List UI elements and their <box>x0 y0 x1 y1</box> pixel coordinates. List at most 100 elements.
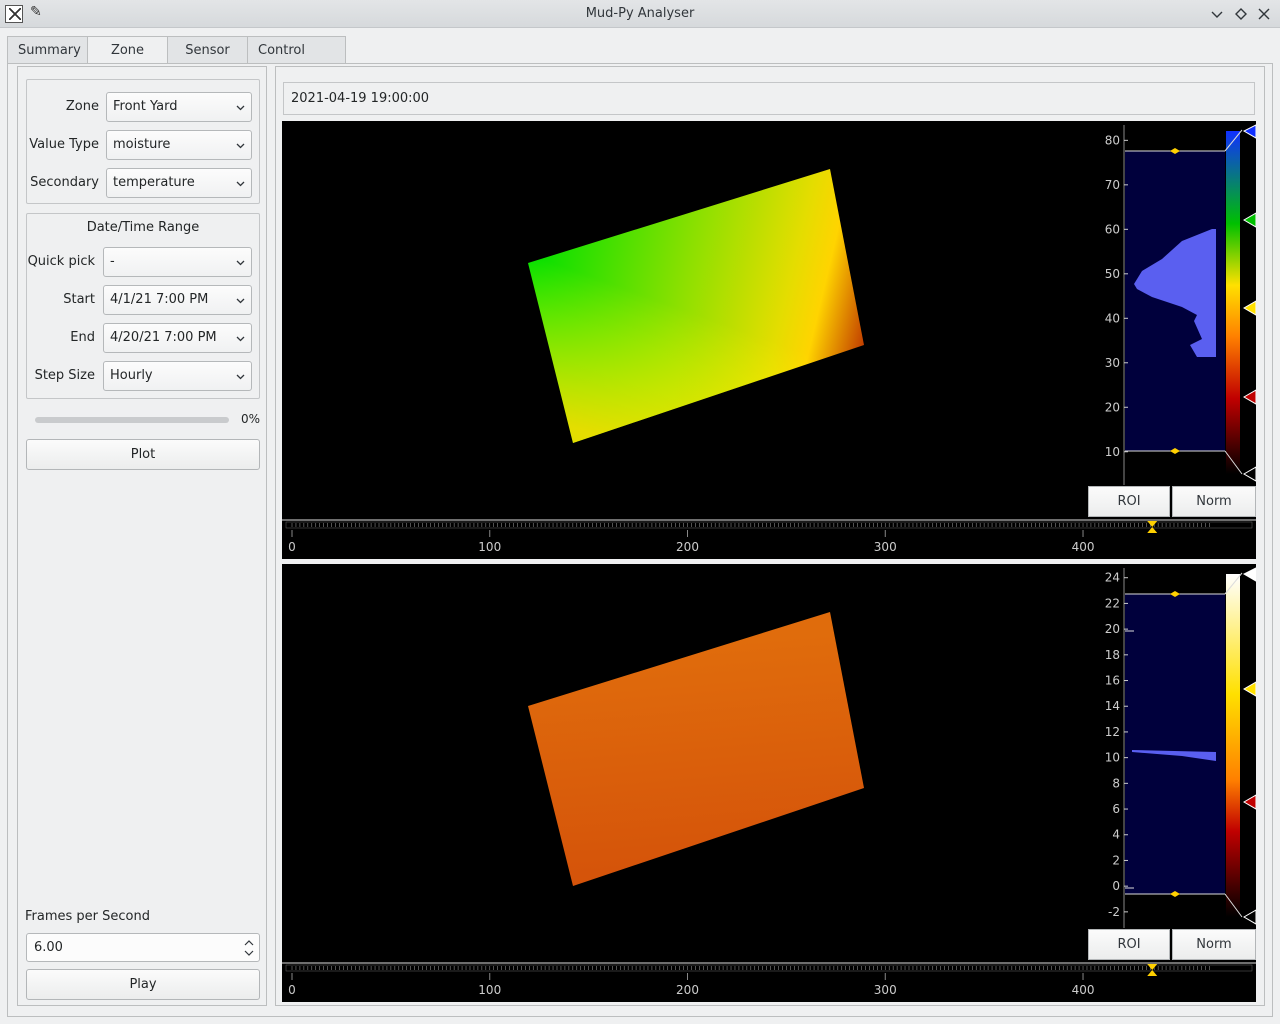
time-tick-label: 100 <box>478 983 501 997</box>
level-tick-label: 20 <box>1105 400 1120 414</box>
level-tick-label: -2 <box>1108 905 1120 919</box>
end-value: 4/20/21 7:00 PM <box>110 330 217 345</box>
norm-button[interactable]: Norm <box>1172 486 1256 517</box>
title-bar: ✎ Mud-Py Analyser <box>0 0 1280 28</box>
timestamp-display: 2021-04-19 19:00:00 <box>283 82 1255 115</box>
time-tick-label: 0 <box>288 983 296 997</box>
progress-bar <box>35 417 229 423</box>
value-type-combo[interactable]: moisture <box>106 130 252 160</box>
level-tick-label: 4 <box>1112 828 1120 842</box>
chevron-down-icon <box>236 260 245 266</box>
play-button[interactable]: Play <box>26 969 260 1000</box>
tab-control-node[interactable]: Control Node <box>247 36 346 85</box>
date-range-group: Date/Time Range Quick pick - Start 4/1/2… <box>26 213 260 399</box>
time-tick-label: 300 <box>874 983 897 997</box>
step-size-value: Hourly <box>110 368 153 383</box>
chevron-down-icon <box>236 105 245 111</box>
secondary-label: Secondary <box>30 175 99 190</box>
level-tick-label: 10 <box>1105 751 1120 765</box>
chevron-down-icon <box>236 336 245 342</box>
tab-bar: Summary Zone Sensor Control Node <box>7 36 346 85</box>
gradient-handle[interactable] <box>1243 466 1256 482</box>
fps-value: 6.00 <box>34 940 63 955</box>
zone-combo[interactable]: Front Yard <box>106 92 252 122</box>
control-panel: Zone Front Yard Value Type moisture Seco… <box>17 66 267 1006</box>
zone-temperature-map <box>528 612 864 886</box>
secondary-combo[interactable]: temperature <box>106 168 252 198</box>
level-tick-label: 10 <box>1105 445 1120 459</box>
quick-pick-combo[interactable]: - <box>103 247 252 277</box>
roi-button[interactable]: ROI <box>1088 929 1170 960</box>
start-value: 4/1/21 7:00 PM <box>110 292 209 307</box>
gradient-handle[interactable] <box>1242 124 1256 139</box>
time-tick-label: 0 <box>288 540 296 554</box>
minimize-icon[interactable] <box>1208 5 1226 23</box>
level-tick-label: 16 <box>1105 674 1120 688</box>
level-tick-label: 24 <box>1105 571 1120 585</box>
level-tick-label: 8 <box>1112 776 1120 790</box>
date-range-title: Date/Time Range <box>86 220 200 235</box>
level-tick-label: 6 <box>1112 802 1120 816</box>
value-type-value: moisture <box>113 137 171 152</box>
start-label: Start <box>63 292 95 307</box>
time-tick-label: 300 <box>874 540 897 554</box>
step-size-label: Step Size <box>34 368 95 383</box>
start-datetime-edit[interactable]: 4/1/21 7:00 PM <box>103 285 252 315</box>
roi-button[interactable]: ROI <box>1088 486 1170 517</box>
step-size-combo[interactable]: Hourly <box>103 361 252 391</box>
primary-image-view[interactable]: 80 70 60 50 40 30 20 10 0 100 200 300 400 ROI Norm <box>282 121 1256 559</box>
gradient-handle[interactable] <box>1242 567 1256 582</box>
zone-tab-pane: Zone Front Yard Value Type moisture Seco… <box>7 63 1273 1017</box>
time-tick-label: 400 <box>1072 540 1095 554</box>
level-tick-label: 50 <box>1105 267 1120 281</box>
histogram-panel: 242220181614121086420-2 <box>1105 567 1256 928</box>
gradient-handle[interactable] <box>1243 681 1256 697</box>
level-tick-label: 60 <box>1105 222 1120 236</box>
quick-pick-label: Quick pick <box>27 254 95 269</box>
tab-summary[interactable]: Summary <box>7 36 87 64</box>
time-tick-label: 100 <box>478 540 501 554</box>
time-tick-label: 400 <box>1072 983 1095 997</box>
value-type-label: Value Type <box>29 137 99 152</box>
gradient-handle[interactable] <box>1243 300 1256 316</box>
gradient-handle[interactable] <box>1243 794 1256 810</box>
chevron-down-icon <box>236 143 245 149</box>
end-label: End <box>70 330 95 345</box>
norm-button[interactable]: Norm <box>1172 929 1256 960</box>
close-icon[interactable] <box>1255 5 1273 23</box>
time-cursor[interactable] <box>1147 964 1158 976</box>
gradient-handle[interactable] <box>1243 909 1256 925</box>
time-slider[interactable]: 0 100 200 300 400 <box>282 962 1256 997</box>
maximize-icon[interactable] <box>1232 5 1250 23</box>
fps-label: Frames per Second <box>25 909 150 924</box>
time-tick-label: 200 <box>676 983 699 997</box>
chevron-down-icon <box>236 374 245 380</box>
level-tick-label: 12 <box>1105 725 1120 739</box>
end-datetime-edit[interactable]: 4/20/21 7:00 PM <box>103 323 252 353</box>
time-cursor[interactable] <box>1147 521 1158 533</box>
fps-spinbox[interactable]: 6.00 <box>26 933 260 962</box>
gradient-handle[interactable] <box>1243 212 1256 228</box>
tab-zone[interactable]: Zone <box>87 36 167 64</box>
viewer-panel: 2021-04-19 19:00:00 80 70 60 50 40 30 20… <box>275 66 1265 1006</box>
quick-pick-value: - <box>110 254 115 269</box>
level-tick-label: 30 <box>1105 356 1120 370</box>
level-tick-label: 2 <box>1112 853 1120 867</box>
chevron-down-icon <box>236 181 245 187</box>
level-tick-label: 70 <box>1105 178 1120 192</box>
secondary-value: temperature <box>113 175 195 190</box>
tab-sensor[interactable]: Sensor <box>167 36 247 64</box>
spin-arrows-icon[interactable] <box>244 937 254 959</box>
level-tick-label: 20 <box>1105 622 1120 636</box>
zone-label: Zone <box>65 99 99 114</box>
time-tick-label: 200 <box>676 540 699 554</box>
secondary-image-view[interactable]: 24 22 20 18 16 14 12 10 8 6 4 2 0 -2 0 100 200 300 400 RO… <box>282 564 1256 1002</box>
time-slider[interactable]: 0 100 200 300 400 <box>282 519 1256 554</box>
selection-group: Zone Front Yard Value Type moisture Seco… <box>26 79 260 204</box>
histogram-panel: 80 70 60 50 40 30 20 10 <box>1105 124 1256 485</box>
gradient-handle[interactable] <box>1243 389 1256 405</box>
level-tick-label: 40 <box>1105 311 1120 325</box>
plot-button[interactable]: Plot <box>26 439 260 470</box>
progress-text: 0% <box>241 412 261 426</box>
chevron-down-icon <box>236 298 245 304</box>
